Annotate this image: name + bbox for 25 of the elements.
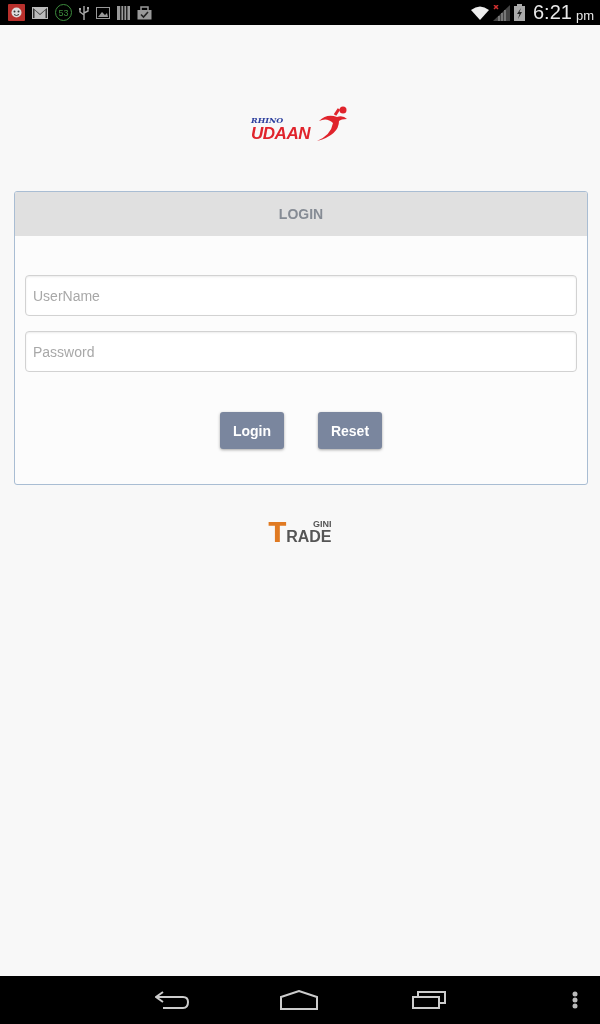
wifi-icon <box>471 5 489 20</box>
bag-check-icon <box>137 5 152 20</box>
image-icon <box>96 6 110 19</box>
logo-small-text: GINI <box>313 519 332 529</box>
recent-apps-icon[interactable] <box>412 991 446 1009</box>
usb-icon <box>79 5 89 20</box>
more-icon[interactable] <box>572 991 578 1009</box>
logo-wordmark: UDAAN <box>251 125 312 143</box>
logo-wordmark: RADE <box>286 529 332 545</box>
logo-script-text: RHINO <box>251 116 284 125</box>
input-field[interactable]: UserName <box>25 275 577 316</box>
battery-icon <box>514 4 525 21</box>
card-title: LOGIN <box>278 206 324 222</box>
clock-period: pm <box>575 8 594 23</box>
login-button[interactable]: Login <box>220 412 284 449</box>
logo-initial: T <box>268 521 287 545</box>
home-icon[interactable] <box>280 990 318 1010</box>
input-field[interactable]: Password <box>25 331 577 372</box>
reset-button[interactable]: Reset <box>318 412 382 449</box>
clock-time: 6:21 <box>533 1 572 24</box>
mail-icon <box>32 6 48 19</box>
back-icon[interactable] <box>155 991 189 1009</box>
striped-card-icon <box>117 5 130 20</box>
signal-icon <box>493 4 510 21</box>
app-icon <box>8 4 25 21</box>
